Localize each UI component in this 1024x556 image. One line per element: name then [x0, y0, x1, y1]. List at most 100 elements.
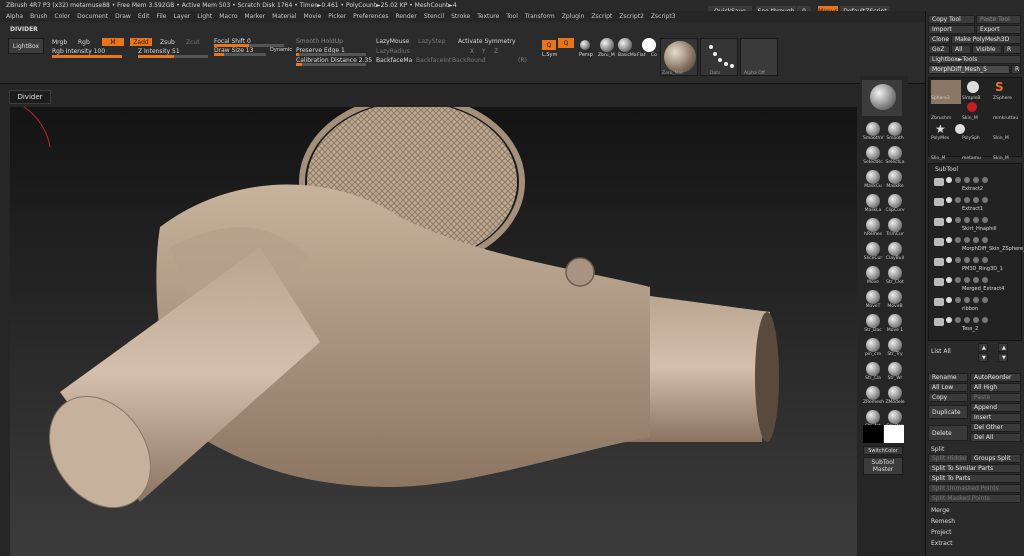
- menu-item[interactable]: Macro: [219, 13, 237, 20]
- r-button[interactable]: R: [1003, 45, 1021, 54]
- menu-item[interactable]: Document: [77, 13, 108, 20]
- brush-item[interactable]: ClayBuil: [885, 242, 905, 261]
- lazystep-slider[interactable]: LazyStep: [418, 38, 445, 45]
- rgb-intensity-slider[interactable]: Rgb Intensity 100: [52, 48, 105, 55]
- split-header[interactable]: Split: [931, 446, 944, 453]
- menu-item[interactable]: Preferences: [353, 13, 388, 20]
- menu-item[interactable]: Light: [197, 13, 212, 20]
- radial-button[interactable]: (R): [518, 57, 527, 64]
- menu-item[interactable]: Movie: [304, 13, 322, 20]
- subtool-row[interactable]: Tess_2: [932, 316, 1020, 335]
- brush-item[interactable]: MaskRe: [885, 170, 905, 189]
- z-intensity-bar[interactable]: [138, 55, 208, 58]
- star-tool-icon[interactable]: ★: [935, 122, 946, 136]
- subtool-row[interactable]: Extract2: [932, 176, 1020, 195]
- sphere-tool-icon[interactable]: [967, 81, 979, 93]
- menu-item[interactable]: Picker: [328, 13, 346, 20]
- y-axis-button[interactable]: Y: [482, 48, 486, 55]
- backface-mask-button[interactable]: BackfaceMa: [376, 57, 412, 64]
- m-button[interactable]: M: [102, 38, 124, 46]
- menu-item[interactable]: Transform: [525, 13, 555, 20]
- tool-thumb-label[interactable]: Skin_M: [993, 136, 1009, 141]
- subtool-toggles[interactable]: [946, 217, 988, 223]
- split-hidden-button[interactable]: Split Hidden: [928, 454, 968, 463]
- subtool-row[interactable]: MorphDiff_Skin_ZSphere_1: [932, 236, 1024, 255]
- subtool-row[interactable]: Extract1: [932, 196, 1020, 215]
- z-intensity-slider[interactable]: Z Intensity 51: [138, 48, 180, 55]
- subtool-row[interactable]: Merged_Extract4: [932, 276, 1020, 295]
- tool-thumb-label[interactable]: Sphere3: [931, 96, 950, 101]
- menu-item[interactable]: Alpha: [6, 13, 23, 20]
- menu-item[interactable]: Zplugin: [562, 13, 585, 20]
- zsub-button[interactable]: Zsub: [160, 39, 175, 46]
- menu-item[interactable]: Zscript: [591, 13, 612, 20]
- subtool-master-button[interactable]: SubTool Master: [863, 457, 903, 475]
- brush-item[interactable]: Str_Wr: [885, 362, 905, 381]
- tool-thumb-label[interactable]: Skin_M: [962, 116, 978, 121]
- menu-item[interactable]: Zscript3: [651, 13, 676, 20]
- project-header[interactable]: Project: [931, 529, 952, 536]
- del-all-button[interactable]: Del All: [970, 433, 1021, 442]
- activate-symmetry-button[interactable]: Activate Symmetry: [458, 38, 516, 45]
- visible-button[interactable]: Visible: [972, 45, 1002, 54]
- brush-item[interactable]: SelectLa: [885, 146, 905, 165]
- sculpt-model[interactable]: [10, 107, 857, 556]
- brush-item[interactable]: SmoothV: [863, 122, 883, 141]
- subtool-row[interactable]: PM3D_Ring3D_1: [932, 256, 1020, 275]
- tool-thumb-label[interactable]: ZSphere: [993, 96, 1012, 101]
- menu-item[interactable]: Render: [395, 13, 416, 20]
- backface-int-slider[interactable]: BackfaceInt: [416, 57, 451, 64]
- tool-thumb-label[interactable]: metamu: [962, 156, 981, 161]
- paste-button[interactable]: Paste: [970, 393, 1021, 402]
- brush-item[interactable]: Smooth: [885, 122, 905, 141]
- arrow-down-icon[interactable]: ▼: [978, 353, 988, 362]
- remesh-header[interactable]: Remesh: [931, 518, 955, 525]
- arrow-up-icon[interactable]: ▲: [978, 343, 988, 352]
- rgb-button[interactable]: Rgb: [78, 39, 90, 46]
- z-axis-button[interactable]: Z: [494, 48, 498, 55]
- split-unmasked-button[interactable]: Split Unmasked Points: [928, 484, 1021, 493]
- dynamic-button[interactable]: Dynamic: [270, 47, 292, 53]
- menu-item[interactable]: Material: [272, 13, 296, 20]
- subtool-toggles[interactable]: [946, 257, 988, 263]
- tool-thumb-label[interactable]: PolyMes: [931, 136, 949, 141]
- brush-item[interactable]: Str_Try: [885, 338, 905, 357]
- current-tool-r-button[interactable]: R: [1011, 65, 1021, 74]
- menu-item[interactable]: Texture: [477, 13, 499, 20]
- menu-item[interactable]: Marker: [244, 13, 265, 20]
- persp-button[interactable]: Persp: [579, 52, 593, 58]
- rename-button[interactable]: Rename: [928, 373, 968, 382]
- brush-item[interactable]: TrimCur: [885, 218, 905, 237]
- zsphere-tool-icon[interactable]: [967, 102, 977, 112]
- subtool-toggles[interactable]: [946, 237, 988, 243]
- draw-size-bar[interactable]: [214, 53, 266, 56]
- brush-item[interactable]: ZModele: [885, 386, 905, 405]
- tool-thumb-label[interactable]: Slin_M: [931, 156, 945, 161]
- secondary-color-swatch[interactable]: [884, 425, 904, 443]
- menu-item[interactable]: Stroke: [451, 13, 470, 20]
- x-axis-button[interactable]: X: [470, 48, 474, 55]
- tool-thumb-label[interactable]: mmkruttau: [993, 116, 1018, 121]
- subtool-toggles[interactable]: [946, 277, 988, 283]
- brush-item[interactable]: Str_Dac: [863, 314, 883, 333]
- all-high-button[interactable]: All High: [970, 383, 1021, 392]
- tool-thumb-label[interactable]: Zbrushm: [931, 116, 951, 121]
- import-button[interactable]: Import: [928, 25, 975, 34]
- duplicate-button[interactable]: Duplicate: [928, 405, 968, 419]
- brush-item[interactable]: Str_Cla: [863, 362, 883, 381]
- brush-item[interactable]: ZRemesh: [863, 386, 884, 405]
- polysphere-tool-icon[interactable]: [955, 124, 965, 134]
- qxyz-toggle[interactable]: Q: [558, 38, 574, 48]
- menu-item[interactable]: Edit: [138, 13, 150, 20]
- lazymouse-button[interactable]: LazyMouse: [376, 38, 409, 45]
- menu-item[interactable]: Tool: [506, 13, 518, 20]
- menu-item[interactable]: Stencil: [424, 13, 444, 20]
- smooth-holdup-button[interactable]: Smooth HoldUp: [296, 38, 343, 45]
- export-button[interactable]: Export: [976, 25, 1021, 34]
- subtool-toggles[interactable]: [946, 177, 988, 183]
- brush-item[interactable]: pin_cre: [863, 338, 883, 357]
- split-masked-button[interactable]: Split Masked Points: [928, 494, 1021, 503]
- brush-item[interactable]: ClipCurv: [885, 194, 905, 213]
- divider-tab[interactable]: Divider: [9, 90, 51, 104]
- lazyradius-slider[interactable]: LazyRadius: [376, 48, 410, 55]
